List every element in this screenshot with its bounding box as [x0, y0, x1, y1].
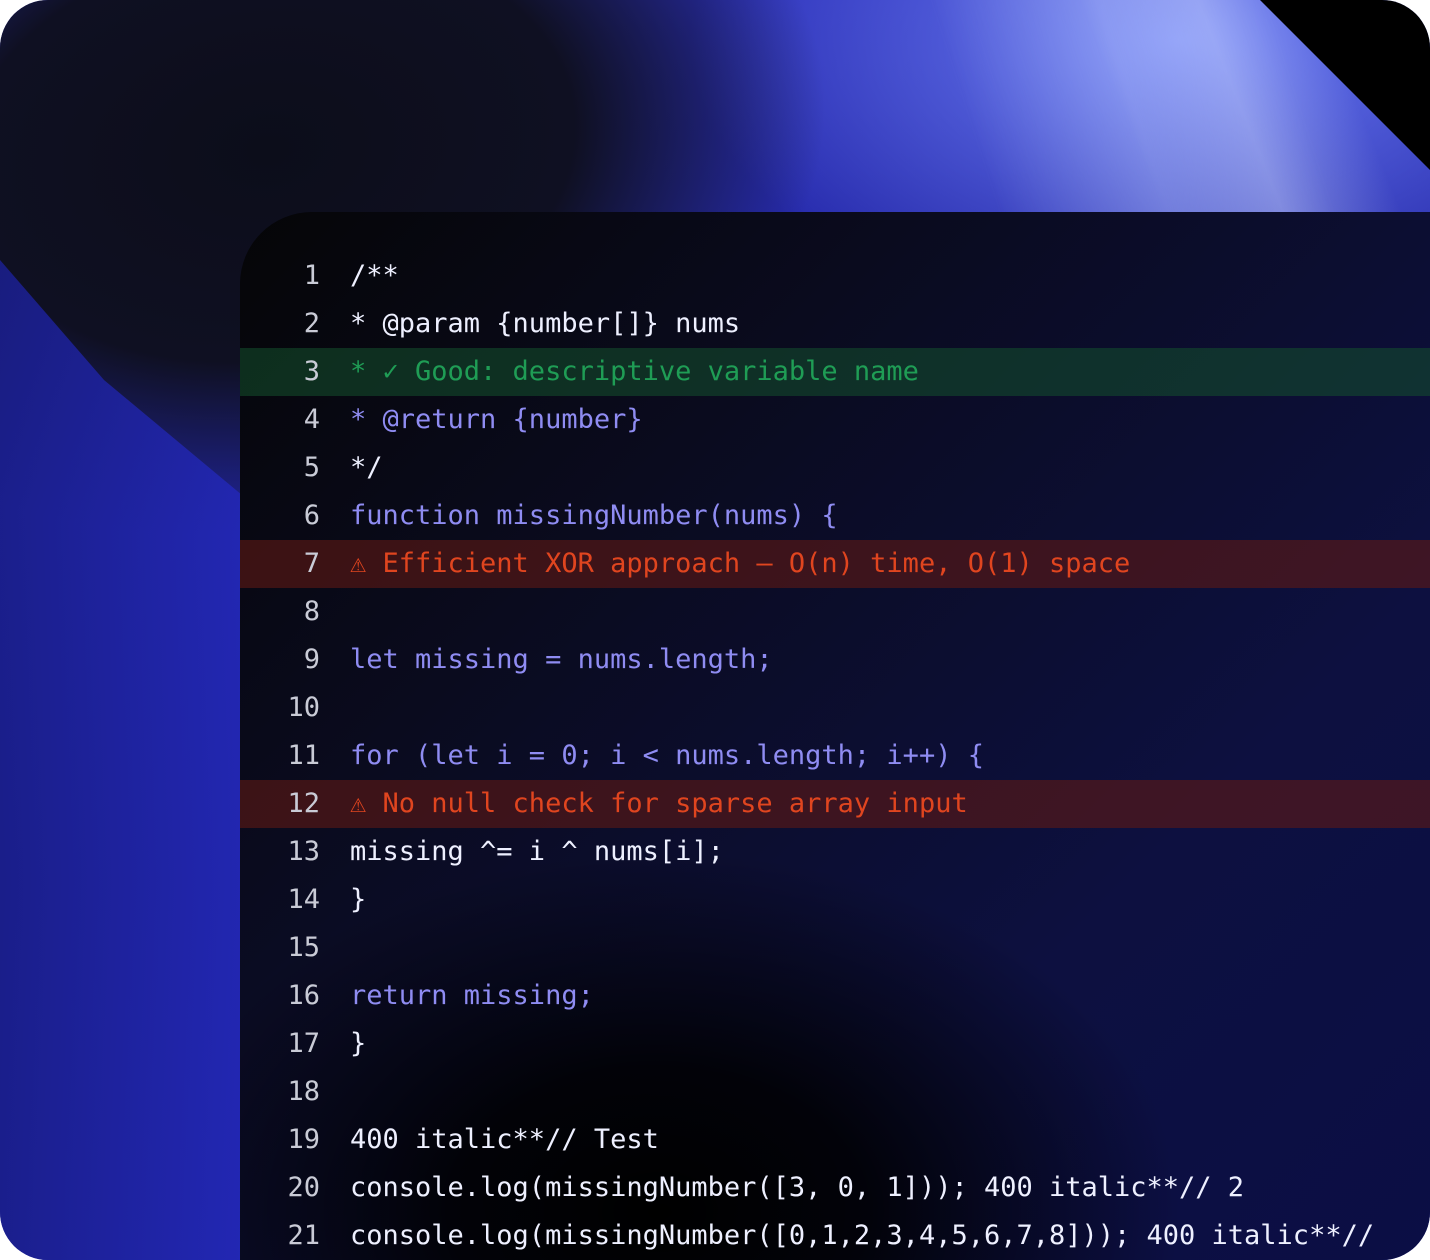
line-number: 19	[287, 1124, 320, 1155]
line-code: * ✓ Good: descriptive variable name	[350, 356, 919, 387]
line-code: 400 italic**// Test	[350, 1124, 659, 1155]
line-number: 5	[303, 452, 320, 483]
line-code: /**	[350, 260, 399, 291]
line-code: * @param {number[]} nums	[350, 308, 741, 339]
line-code: */	[350, 452, 383, 483]
line-number: 11	[287, 740, 320, 771]
code-line[interactable]: 21 console.log(missingNumber([0,1,2,3,4,5…	[240, 1212, 1430, 1260]
line-code: }	[350, 884, 367, 915]
code-line[interactable]: 14}	[240, 876, 1430, 924]
line-code: ⚠ No null check for sparse array input	[350, 788, 968, 819]
code-line[interactable]: 9 let missing = nums.length;	[240, 636, 1430, 684]
line-code: }	[350, 1028, 367, 1059]
line-number: 4	[303, 404, 320, 435]
line-code: function missingNumber(nums) {	[350, 500, 838, 531]
background-frame: 1 /** 2 * @param {number[]} nums 3 * ✓ Good: …	[0, 0, 1430, 1260]
code-line-warning[interactable]: 12 ⚠ No null check for sparse array input	[240, 780, 1430, 828]
line-number: 15	[287, 932, 320, 963]
line-code: console.log(missingNumber([3, 0, 1])); 4…	[350, 1172, 1245, 1203]
code-line[interactable]: 4 * @return {number}	[240, 396, 1430, 444]
code-line-good[interactable]: 3 * ✓ Good: descriptive variable name	[240, 348, 1430, 396]
code-line[interactable]: 8	[240, 588, 1430, 636]
line-code: ⚠ Efficient XOR approach — O(n) time, O(…	[350, 548, 1131, 579]
code-line-warning[interactable]: 7 ⚠ Efficient XOR approach — O(n) time, O…	[240, 540, 1430, 588]
code-line[interactable]: 11 for (let i = 0; i < nums.length; i++) …	[240, 732, 1430, 780]
code-line[interactable]: 2 * @param {number[]} nums	[240, 300, 1430, 348]
line-code: return missing;	[350, 980, 594, 1011]
code-line[interactable]: 1 /**	[240, 252, 1430, 300]
code-line[interactable]: 5 */	[240, 444, 1430, 492]
line-number: 17	[287, 1028, 320, 1059]
code-editor[interactable]: 1 /** 2 * @param {number[]} nums 3 * ✓ Good: …	[240, 212, 1430, 1260]
code-line[interactable]: 6 function missingNumber(nums) {	[240, 492, 1430, 540]
code-lines: 1 /** 2 * @param {number[]} nums 3 * ✓ Good: …	[240, 252, 1430, 1260]
line-number: 12	[287, 788, 320, 819]
line-number: 2	[303, 308, 320, 339]
line-code: * @return {number}	[350, 404, 643, 435]
code-line[interactable]: 13 missing ^= i ^ nums[i];	[240, 828, 1430, 876]
code-line[interactable]: 20 console.log(missingNumber([3, 0, 1]));…	[240, 1164, 1430, 1212]
code-line[interactable]: 10	[240, 684, 1430, 732]
line-number: 21	[287, 1220, 320, 1251]
code-line[interactable]: 18	[240, 1068, 1430, 1116]
line-number: 7	[303, 548, 320, 579]
line-number: 6	[303, 500, 320, 531]
line-number: 14	[287, 884, 320, 915]
code-line[interactable]: 19 400 italic**// Test	[240, 1116, 1430, 1164]
line-number: 3	[303, 356, 320, 387]
line-number: 16	[287, 980, 320, 1011]
code-line[interactable]: 17}	[240, 1020, 1430, 1068]
line-number: 13	[287, 836, 320, 867]
line-number: 20	[287, 1172, 320, 1203]
line-number: 10	[287, 692, 320, 723]
line-number: 9	[303, 644, 320, 675]
line-number: 1	[303, 260, 320, 291]
line-code: let missing = nums.length;	[350, 644, 773, 675]
code-line[interactable]: 15	[240, 924, 1430, 972]
code-line[interactable]: 16 return missing;	[240, 972, 1430, 1020]
line-number: 8	[303, 596, 320, 627]
line-number: 18	[287, 1076, 320, 1107]
line-code: console.log(missingNumber([0,1,2,3,4,5,6…	[350, 1220, 1375, 1251]
line-code: for (let i = 0; i < nums.length; i++) {	[350, 740, 984, 771]
line-code: missing ^= i ^ nums[i];	[350, 836, 724, 867]
